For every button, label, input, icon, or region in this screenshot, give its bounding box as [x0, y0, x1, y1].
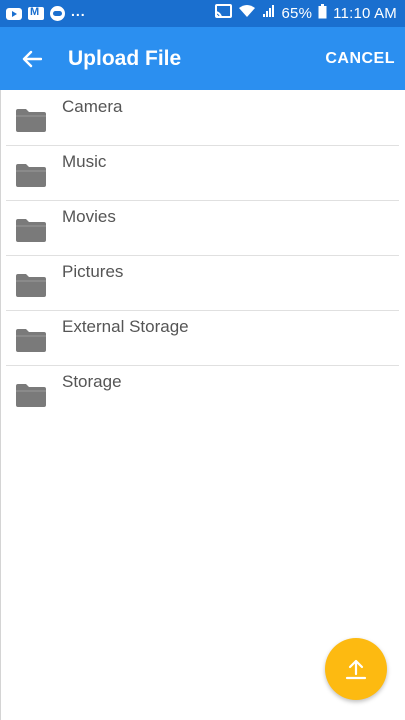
- folder-list: Camera Music Movies Pictures External St…: [0, 90, 405, 420]
- youtube-icon: [6, 7, 22, 20]
- folder-label: External Storage: [62, 317, 189, 336]
- folder-label: Pictures: [62, 262, 124, 281]
- folder-item-movies[interactable]: Movies: [0, 200, 405, 255]
- folder-item-music[interactable]: Music: [0, 145, 405, 200]
- app-bar: Upload File CANCEL: [0, 27, 405, 90]
- folder-icon: [16, 328, 46, 357]
- folder-item-pictures[interactable]: Pictures: [0, 255, 405, 310]
- back-button[interactable]: [0, 27, 64, 90]
- folder-icon: [16, 273, 46, 302]
- upload-button[interactable]: [325, 638, 387, 700]
- signal-icon: [262, 4, 276, 23]
- folder-icon: [16, 108, 46, 137]
- upload-arrow-icon: [345, 659, 367, 680]
- folder-item-storage[interactable]: Storage: [0, 365, 405, 420]
- folder-label: Music: [62, 152, 107, 171]
- folder-icon: [16, 218, 46, 247]
- gmail-icon: [28, 6, 44, 20]
- arrow-left-icon: [22, 50, 42, 67]
- clock: 11:10 AM: [333, 5, 397, 22]
- cloud-icon: [50, 6, 65, 21]
- battery-icon: [318, 3, 327, 24]
- folder-label: Camera: [62, 97, 123, 116]
- wifi-icon: [238, 4, 256, 23]
- folder-icon: [16, 383, 46, 412]
- status-bar: ... 65% 11:10 AM: [0, 0, 405, 27]
- page-title: Upload File: [68, 46, 182, 70]
- battery-percent: 65%: [281, 5, 313, 22]
- folder-item-camera[interactable]: Camera: [0, 90, 405, 145]
- folder-label: Storage: [62, 372, 122, 391]
- cancel-button[interactable]: CANCEL: [325, 50, 405, 68]
- folder-label: Movies: [62, 207, 116, 226]
- more-notifications-icon: ...: [71, 2, 86, 19]
- folder-icon: [16, 163, 46, 192]
- cast-icon: [214, 3, 232, 24]
- folder-item-external-storage[interactable]: External Storage: [0, 310, 405, 365]
